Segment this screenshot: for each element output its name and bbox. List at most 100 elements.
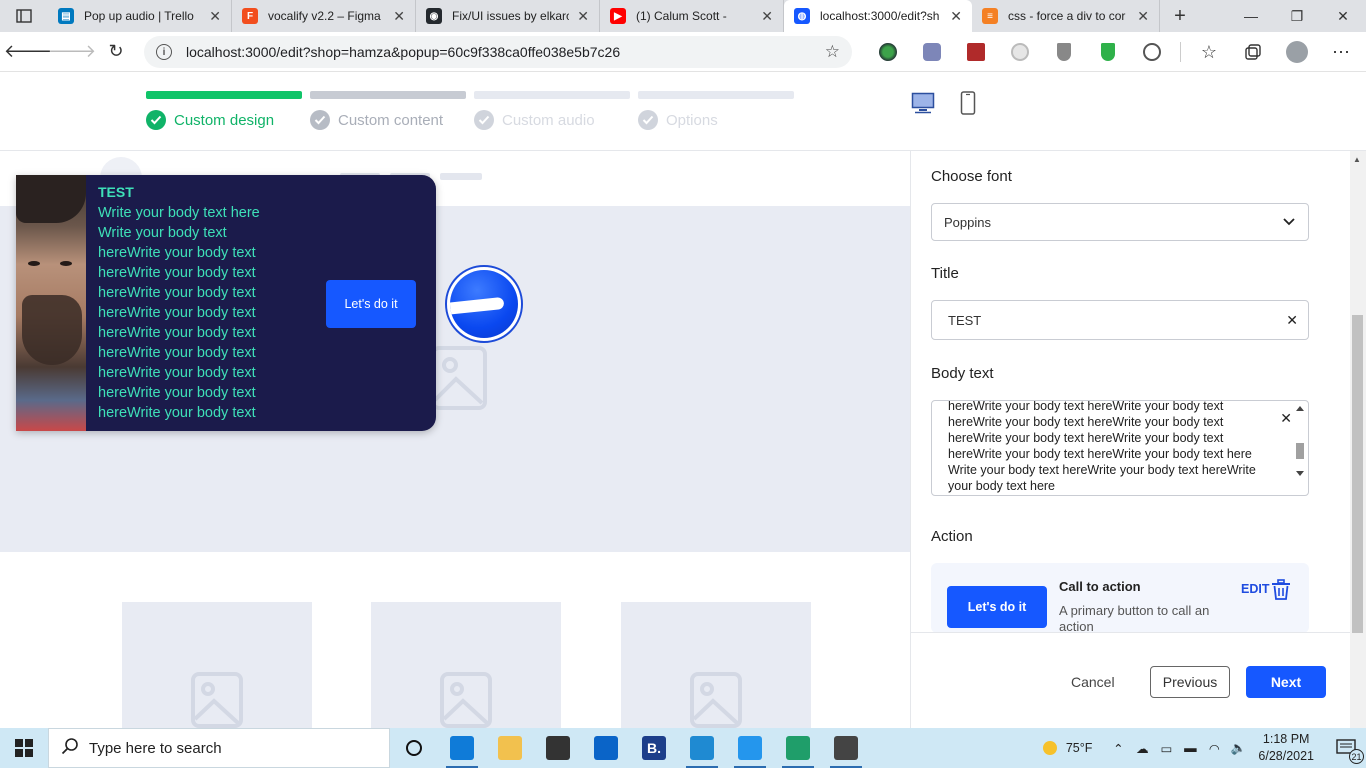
tab-favicon-icon: F bbox=[242, 8, 258, 24]
audio-play-orb-icon[interactable] bbox=[445, 265, 523, 343]
cortana-icon[interactable] bbox=[390, 728, 438, 768]
browser-tab[interactable]: ◉ Fix/UI issues by elkarc ✕ bbox=[416, 0, 600, 32]
check-circle-icon bbox=[310, 110, 330, 130]
circle-extension-icon[interactable] bbox=[998, 36, 1042, 68]
search-placeholder: Type here to search bbox=[89, 739, 222, 757]
collections-icon[interactable] bbox=[1231, 36, 1275, 68]
wizard-step[interactable]: Custom design bbox=[146, 110, 274, 130]
check-circle-icon bbox=[146, 110, 166, 130]
next-button[interactable]: Next bbox=[1246, 666, 1326, 698]
cancel-button[interactable]: Cancel bbox=[1071, 674, 1115, 690]
close-tab-icon[interactable]: ✕ bbox=[950, 8, 962, 25]
close-window-button[interactable]: ✕ bbox=[1320, 0, 1366, 32]
edge-dev-icon[interactable] bbox=[774, 728, 822, 768]
windows-taskbar: Type here to search B. 75°F ⌃ ☁ ▭ ▬ ◠ 🔈 … bbox=[0, 728, 1366, 768]
favorites-icon[interactable]: ☆ bbox=[1187, 36, 1231, 68]
more-menu-icon[interactable]: ⋯ bbox=[1319, 36, 1363, 68]
edge-icon-glyph bbox=[450, 736, 474, 760]
globe-extension-icon[interactable] bbox=[866, 36, 910, 68]
image-placeholder-icon bbox=[440, 672, 492, 728]
close-tab-icon[interactable]: ✕ bbox=[209, 8, 221, 25]
store-icon[interactable] bbox=[534, 728, 582, 768]
action-preview-button[interactable]: Let's do it bbox=[947, 586, 1047, 628]
green-shield-extension-icon[interactable] bbox=[1086, 36, 1130, 68]
favorite-star-icon[interactable]: ☆ bbox=[825, 42, 840, 62]
red-square-extension-icon[interactable] bbox=[954, 36, 998, 68]
desktop-preview-icon[interactable] bbox=[911, 91, 935, 115]
forward-button[interactable]: 🡒 bbox=[48, 32, 96, 72]
docker-icon[interactable] bbox=[726, 728, 774, 768]
clear-title-icon[interactable]: ✕ bbox=[1286, 313, 1298, 327]
profile-avatar-icon[interactable] bbox=[1275, 36, 1319, 68]
browser-tab[interactable]: ◍ localhost:3000/edit?sh ✕ bbox=[784, 0, 972, 32]
settings-panel: Choose font Poppins Title TEST ✕ Body te… bbox=[910, 151, 1366, 728]
clear-body-icon[interactable]: ✕ bbox=[1280, 411, 1292, 425]
taskbar-clock[interactable]: 1:18 PM 6/28/2021 bbox=[1258, 731, 1314, 765]
user-extension-icon[interactable] bbox=[910, 36, 954, 68]
close-tab-icon[interactable]: ✕ bbox=[1137, 8, 1149, 25]
wifi-icon[interactable]: ◠ bbox=[1202, 728, 1226, 768]
notifications-icon[interactable]: 21 bbox=[1326, 728, 1366, 768]
file-explorer-icon[interactable] bbox=[486, 728, 534, 768]
dots-circle-extension-icon[interactable] bbox=[1130, 36, 1174, 68]
show-hidden-icons-icon[interactable]: ⌃ bbox=[1106, 728, 1130, 768]
popup-cta-button[interactable]: Let's do it bbox=[326, 280, 416, 328]
page-scrollbar[interactable]: ▲ bbox=[1350, 151, 1366, 728]
cortana-icon-glyph bbox=[406, 740, 422, 756]
start-button[interactable] bbox=[0, 728, 48, 768]
new-tab-button[interactable]: + bbox=[1160, 0, 1200, 32]
browser-tab[interactable]: ≡ css - force a div to cor ✕ bbox=[972, 0, 1160, 32]
wizard-step[interactable]: Custom content bbox=[310, 110, 443, 130]
skeleton-line bbox=[440, 173, 482, 180]
calculator-icon[interactable] bbox=[822, 728, 870, 768]
close-tab-icon[interactable]: ✕ bbox=[393, 8, 405, 25]
textarea-scrollbar[interactable] bbox=[1294, 403, 1306, 479]
audio-popup-preview[interactable]: TEST Write your body text here Write you… bbox=[16, 175, 436, 431]
browser-tab[interactable]: ▶ (1) Calum Scott - ✕ bbox=[600, 0, 784, 32]
taskbar-search[interactable]: Type here to search bbox=[48, 728, 390, 768]
edit-action-button[interactable]: EDIT bbox=[1241, 582, 1269, 596]
close-tab-icon[interactable]: ✕ bbox=[761, 8, 773, 25]
step-progress-bar bbox=[310, 91, 466, 99]
browser-tab[interactable]: ▤ Pop up audio | Trello ✕ bbox=[48, 0, 232, 32]
check-circle-icon bbox=[474, 110, 494, 130]
tab-title: css - force a div to cor bbox=[1008, 9, 1126, 23]
weather-temp[interactable]: 75°F bbox=[1066, 741, 1093, 755]
font-select[interactable]: Poppins bbox=[931, 203, 1309, 241]
image-placeholder-icon bbox=[431, 346, 487, 410]
onedrive-icon[interactable]: ☁ bbox=[1130, 728, 1154, 768]
site-info-icon[interactable]: i bbox=[156, 44, 172, 60]
title-input[interactable]: TEST ✕ bbox=[931, 300, 1309, 340]
weather-icon[interactable] bbox=[1036, 728, 1066, 768]
wizard-step[interactable]: Options bbox=[638, 110, 718, 130]
tab-actions-icon[interactable] bbox=[0, 0, 48, 32]
wizard-step[interactable]: Custom audio bbox=[474, 110, 595, 130]
vscode-icon[interactable] bbox=[678, 728, 726, 768]
b-app-icon[interactable]: B. bbox=[630, 728, 678, 768]
scroll-up-arrow-icon[interactable]: ▲ bbox=[1353, 155, 1361, 164]
back-button[interactable]: 🡐 bbox=[4, 32, 52, 72]
mail-icon[interactable] bbox=[582, 728, 630, 768]
device-icon[interactable]: ▭ bbox=[1154, 728, 1178, 768]
vscode-icon-glyph bbox=[690, 736, 714, 760]
minimize-button[interactable]: — bbox=[1228, 0, 1274, 32]
address-bar[interactable]: i localhost:3000/edit?shop=hamza&popup=6… bbox=[144, 36, 852, 68]
tab-favicon-icon: ≡ bbox=[982, 8, 998, 24]
scrollbar-thumb[interactable] bbox=[1352, 315, 1363, 633]
previous-button[interactable]: Previous bbox=[1150, 666, 1230, 698]
shield-extension-icon[interactable] bbox=[1042, 36, 1086, 68]
image-placeholder-icon bbox=[690, 672, 742, 728]
action-label: Action bbox=[931, 528, 973, 545]
popup-avatar-photo bbox=[16, 175, 86, 431]
edge-icon[interactable] bbox=[438, 728, 486, 768]
action-card: Let's do it Call to action A primary but… bbox=[931, 563, 1309, 633]
maximize-button[interactable]: ❐ bbox=[1274, 0, 1320, 32]
close-tab-icon[interactable]: ✕ bbox=[577, 8, 589, 25]
body-text-textarea[interactable]: hereWrite your body text hereWrite your … bbox=[931, 400, 1309, 496]
volume-icon[interactable]: 🔈 bbox=[1226, 728, 1250, 768]
browser-tab[interactable]: Fvocalify v2.2 – Figma ✕ bbox=[232, 0, 416, 32]
mobile-preview-icon[interactable] bbox=[956, 91, 980, 115]
trash-icon[interactable] bbox=[1271, 579, 1291, 606]
reload-button[interactable]: ↻ bbox=[94, 32, 138, 72]
battery-icon[interactable]: ▬ bbox=[1178, 728, 1202, 768]
